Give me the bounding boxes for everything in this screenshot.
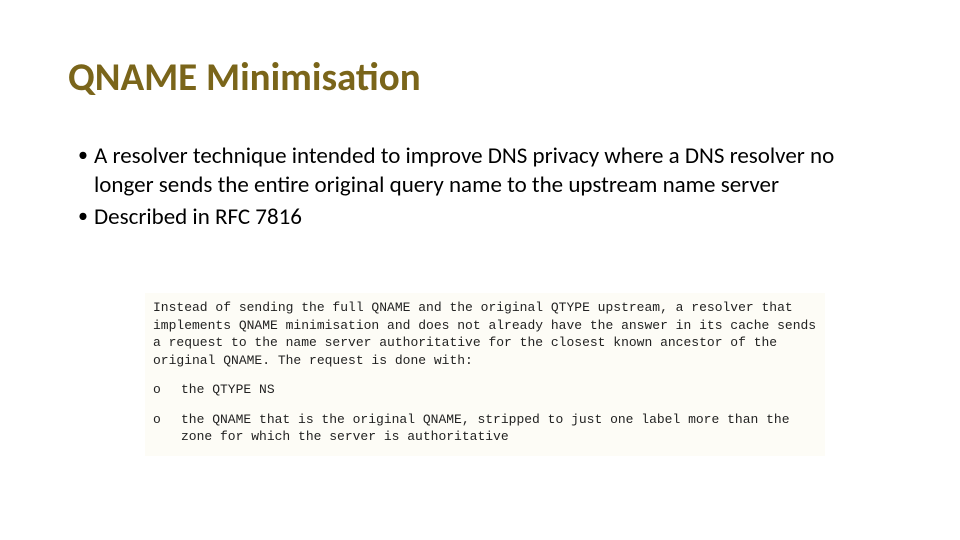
bullet-item: • A resolver technique intended to impro… — [78, 142, 898, 201]
excerpt-item-text: the QNAME that is the original QNAME, st… — [181, 411, 817, 446]
rfc-excerpt: Instead of sending the full QNAME and th… — [145, 293, 825, 456]
bullet-text: Described in RFC 7816 — [94, 203, 898, 232]
bullet-marker: • — [78, 142, 94, 169]
bullet-list: • A resolver technique intended to impro… — [78, 142, 898, 234]
excerpt-marker: o — [153, 381, 181, 399]
bullet-item: • Described in RFC 7816 — [78, 203, 898, 232]
slide-title: QNAME Minimisation — [68, 54, 421, 101]
excerpt-item-text: the QTYPE NS — [181, 381, 817, 399]
excerpt-list-item: o the QNAME that is the original QNAME, … — [153, 411, 817, 446]
bullet-marker: • — [78, 203, 94, 230]
excerpt-list-item: o the QTYPE NS — [153, 381, 817, 399]
bullet-text: A resolver technique intended to improve… — [94, 142, 898, 201]
slide: QNAME Minimisation • A resolver techniqu… — [0, 0, 960, 540]
excerpt-marker: o — [153, 411, 181, 446]
excerpt-intro: Instead of sending the full QNAME and th… — [153, 299, 817, 369]
